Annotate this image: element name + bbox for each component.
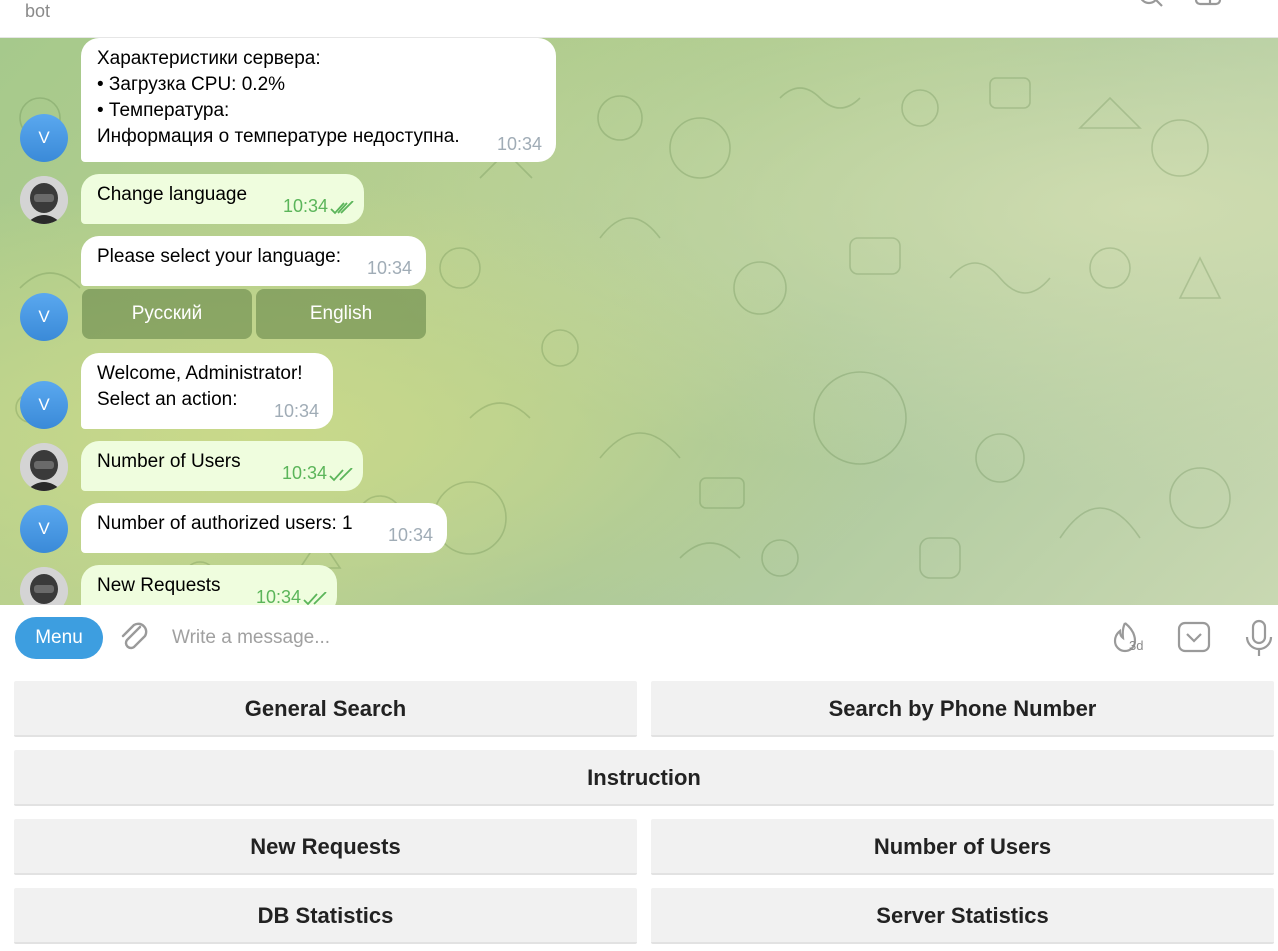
reply-button-label: Search by Phone Number — [828, 696, 1097, 721]
message-time: 10:34 — [282, 196, 328, 216]
chat-messages-area: Характеристики сервера: • Загрузка CPU: … — [0, 38, 1278, 605]
sidebar-icon[interactable] — [1194, 0, 1224, 12]
reply-button-search-by-phone[interactable]: Search by Phone Number — [651, 681, 1274, 737]
reply-button-label: Number of Users — [873, 834, 1052, 859]
reply-button-new-requests[interactable]: New Requests — [14, 819, 637, 875]
reply-button-label: Instruction — [587, 765, 701, 790]
bot-message-server-stats: Характеристики сервера: • Загрузка CPU: … — [81, 38, 556, 162]
timer-label: 3d — [1129, 638, 1144, 653]
user-avatar[interactable] — [20, 443, 68, 491]
message-time: 10:34 — [255, 587, 301, 605]
message-line: Характеристики сервера: — [97, 48, 321, 69]
reply-button-number-of-users[interactable]: Number of Users — [651, 819, 1274, 875]
user-message-number-of-users: Number of Users 10:34 — [81, 441, 363, 491]
menu-button[interactable]: Menu — [15, 617, 103, 659]
message-text: Please select your language: — [97, 246, 341, 267]
reply-button-general-search[interactable]: General Search — [14, 681, 637, 737]
reply-button-label: General Search — [244, 696, 407, 721]
inline-button-english[interactable]: English — [256, 289, 426, 339]
user-photo-icon — [20, 443, 68, 491]
message-text: Change language — [97, 184, 248, 205]
more-vertical-icon[interactable] — [1252, 0, 1266, 12]
message-time: 10:34 — [281, 463, 327, 483]
message-text: Number of Users — [97, 451, 241, 472]
message-composer: Menu 3d — [0, 605, 1278, 671]
chat-status: bot — [25, 1, 51, 21]
inline-button-russian[interactable]: Русский — [82, 289, 252, 339]
search-icon[interactable] — [1136, 0, 1166, 12]
message-line: • Температура: — [97, 100, 230, 121]
read-checkmarks-icon — [329, 468, 353, 482]
bot-message-authorized-users: Number of authorized users: 1 10:34 — [81, 503, 447, 553]
message-time: 10:34 — [387, 525, 433, 545]
reply-button-db-statistics[interactable]: DB Statistics — [14, 888, 637, 944]
message-text: Number of authorized users: 1 — [97, 513, 353, 534]
message-time: 10:34 — [273, 401, 319, 421]
attach-icon[interactable] — [118, 619, 152, 655]
bot-message-select-language: Please select your language: 10:34 — [81, 236, 426, 286]
message-line: • Загрузка CPU: 0.2% — [97, 74, 286, 95]
bot-avatar[interactable]: V — [20, 293, 68, 341]
bot-avatar[interactable]: V — [20, 381, 68, 429]
bot-avatar[interactable]: V — [20, 505, 68, 553]
message-time: 10:34 — [366, 258, 412, 278]
user-avatar[interactable] — [20, 176, 68, 224]
message-text: New Requests — [97, 575, 221, 596]
message-line: Информация о температуре недоступна. — [97, 126, 460, 147]
reply-button-label: DB Statistics — [257, 903, 394, 928]
keyboard-toggle-icon[interactable] — [1177, 621, 1211, 653]
user-message-new-requests: New Requests 10:34 — [81, 565, 337, 605]
message-input[interactable] — [170, 621, 1074, 655]
chat-header: bot — [0, 0, 1278, 38]
message-time: 10:34 — [496, 134, 542, 154]
bot-avatar[interactable]: V — [20, 114, 68, 162]
reply-button-label: New Requests — [250, 834, 401, 859]
bot-message-welcome: Welcome, Administrator! Select an action… — [81, 353, 333, 429]
read-checkmarks-icon — [303, 592, 327, 605]
user-message-change-language: Change language 10:34 — [81, 174, 364, 224]
reply-button-label: Server Statistics — [876, 903, 1049, 928]
read-checkmarks-icon — [330, 201, 354, 215]
reply-button-instruction[interactable]: Instruction — [14, 750, 1274, 806]
microphone-icon[interactable] — [1244, 619, 1274, 657]
message-line: Welcome, Administrator! — [97, 363, 303, 384]
reply-button-server-statistics[interactable]: Server Statistics — [651, 888, 1274, 944]
user-photo-icon — [20, 176, 68, 224]
